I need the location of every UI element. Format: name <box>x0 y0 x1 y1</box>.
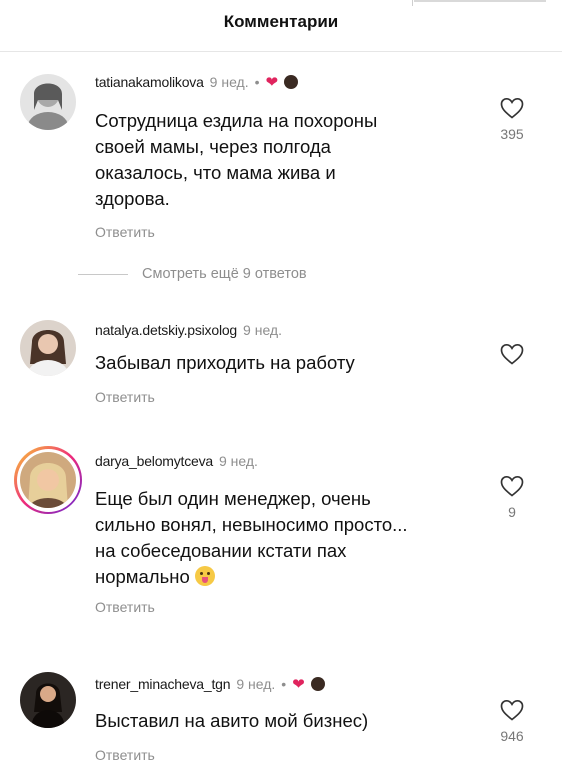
header-divider-line <box>0 51 562 52</box>
reply-button[interactable]: Ответить <box>95 224 155 240</box>
heart-outline-icon[interactable] <box>499 698 525 722</box>
comment-text: Выставил на авито мой бизнес) <box>95 708 368 734</box>
header-divider <box>412 0 413 6</box>
comment-line: оказалось, что мама жива и <box>95 162 336 183</box>
view-more-replies-label[interactable]: Смотреть ещё 9 ответов <box>142 266 307 282</box>
timestamp: 9 нед. <box>209 74 249 90</box>
username[interactable]: tatianakamolikova <box>95 74 204 90</box>
like-count: 946 <box>500 728 524 744</box>
avatar[interactable] <box>20 672 76 728</box>
reply-button[interactable]: Ответить <box>95 747 155 763</box>
author-avatar-mini <box>284 75 299 89</box>
comment-meta: tatianakamolikova 9 нед. • ❤ <box>95 73 299 91</box>
username[interactable]: darya_belomytceva <box>95 453 213 469</box>
comment-line: сильно вонял, невыносимо просто... <box>95 514 408 535</box>
avatar[interactable] <box>20 452 76 508</box>
timestamp: 9 нед. <box>219 453 258 469</box>
separator-dot: • <box>254 74 260 90</box>
heart-outline-icon[interactable] <box>499 342 525 366</box>
heart-outline-icon[interactable] <box>499 474 525 498</box>
timestamp: 9 нед. <box>243 322 282 338</box>
like-count: 9 <box>508 504 516 520</box>
face-with-tongue-emoji-icon <box>194 566 215 586</box>
comment-text: Еще был один менеджер, очень сильно воня… <box>95 486 408 590</box>
comment-meta: trener_minacheva_tgn 9 нед. • ❤ <box>95 676 325 692</box>
reply-button[interactable]: Ответить <box>95 599 155 615</box>
like-control[interactable]: 946 <box>497 698 527 744</box>
author-liked-heart-icon: ❤ <box>292 675 305 693</box>
like-control[interactable] <box>497 342 527 366</box>
timestamp: 9 нед. <box>236 676 276 692</box>
header-top-strip <box>414 0 546 2</box>
author-liked-heart-icon: ❤ <box>265 73 279 91</box>
comment-line-text: нормально <box>95 566 190 587</box>
comment-text: Сотрудница ездила на похороны своей мамы… <box>95 108 377 212</box>
avatar[interactable] <box>20 320 76 376</box>
comment-line: здорова. <box>95 188 170 209</box>
like-count: 395 <box>500 126 524 142</box>
avatar[interactable] <box>20 74 76 130</box>
comment-line: Забывал приходить на работу <box>95 352 355 373</box>
like-control[interactable]: 395 <box>497 96 527 142</box>
reply-button[interactable]: Ответить <box>95 389 155 405</box>
like-control[interactable]: 9 <box>497 474 527 520</box>
comment-line: Выставил на авито мой бизнес) <box>95 710 369 731</box>
comment-line: своей мамы, через полгода <box>95 136 331 157</box>
comments-header: Комментарии <box>0 0 562 52</box>
replies-divider <box>78 273 128 275</box>
heart-outline-icon[interactable] <box>499 96 525 120</box>
page-title: Комментарии <box>223 12 339 31</box>
username[interactable]: natalya.detskiy.psixolog <box>95 322 237 338</box>
comment-meta: natalya.detskiy.psixolog 9 нед. <box>95 322 282 338</box>
comment-line: нормально <box>95 564 408 590</box>
comment-line: Сотрудница ездила на похороны <box>95 110 378 131</box>
view-more-replies[interactable]: Смотреть ещё 9 ответов <box>78 266 307 282</box>
author-avatar-mini <box>310 677 325 691</box>
separator-dot: • <box>281 676 287 692</box>
comment-line: Еще был один менеджер, очень <box>95 488 371 509</box>
comment-meta: darya_belomytceva 9 нед. <box>95 453 258 469</box>
username[interactable]: trener_minacheva_tgn <box>95 676 231 692</box>
comment-text: Забывал приходить на работу <box>95 350 355 376</box>
comment-line: на собеседовании кстати пах <box>95 540 347 561</box>
